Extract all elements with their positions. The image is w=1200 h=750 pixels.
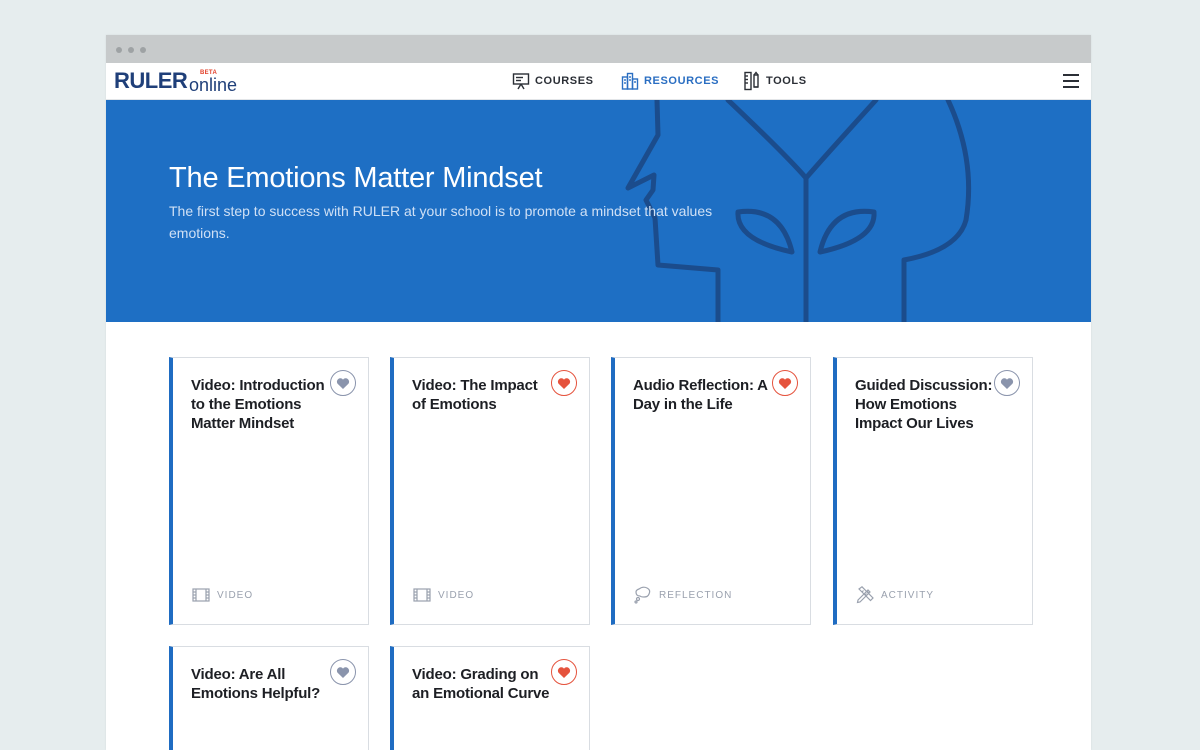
favorite-toggle[interactable]	[551, 659, 577, 685]
heart-outline-icon	[336, 666, 350, 678]
tools-icon	[742, 71, 762, 91]
card-type: VIDEO	[412, 586, 474, 604]
window-titlebar	[106, 35, 1091, 63]
card-title: Video: Grading on an Emotional Curve	[412, 666, 550, 702]
nav-tools-label: TOOLS	[766, 75, 807, 87]
card-title: Audio Reflection: A Day in the Life	[633, 377, 768, 413]
heart-filled-icon	[557, 377, 571, 389]
heart-outline-icon	[336, 377, 350, 389]
resource-card[interactable]: Guided Discussion: How Emotions Impact O…	[833, 357, 1033, 625]
resources-building-icon	[620, 71, 640, 91]
heart-filled-icon	[778, 377, 792, 389]
card-type: VIDEO	[191, 586, 253, 604]
favorite-toggle[interactable]	[772, 370, 798, 396]
card-type-label: ACTIVITY	[881, 589, 935, 601]
pencil-ruler-icon	[855, 586, 875, 604]
logo-wordmark: RULER	[114, 68, 188, 93]
film-icon	[412, 586, 432, 604]
favorite-toggle[interactable]	[994, 370, 1020, 396]
page-title: The Emotions Matter Mindset	[169, 162, 543, 194]
resource-card[interactable]: Video: Are All Emotions Helpful?	[169, 646, 369, 750]
resource-card[interactable]: Video: The Impact of Emotions VIDEO	[390, 357, 590, 625]
card-title: Video: Introduction to the Emotions Matt…	[191, 377, 325, 432]
presentation-board-icon	[511, 71, 531, 91]
thought-bubble-icon	[633, 586, 653, 604]
card-type: ACTIVITY	[855, 586, 934, 604]
nav-courses-label: COURSES	[535, 75, 594, 87]
heart-outline-icon	[1000, 377, 1014, 389]
card-type-label: VIDEO	[217, 589, 254, 601]
heart-filled-icon	[557, 666, 571, 678]
window-dot	[116, 47, 122, 53]
window-dot	[128, 47, 134, 53]
film-icon	[191, 586, 211, 604]
hamburger-menu-icon[interactable]	[1063, 74, 1079, 88]
card-type-label: VIDEO	[438, 589, 475, 601]
favorite-toggle[interactable]	[551, 370, 577, 396]
nav-courses[interactable]: COURSES	[511, 63, 594, 99]
logo-subtitle: online	[189, 75, 238, 95]
card-title: Guided Discussion: How Emotions Impact O…	[855, 377, 993, 432]
card-title: Video: Are All Emotions Helpful?	[191, 666, 321, 702]
page-subtitle: The first step to success with RULER at …	[169, 203, 713, 241]
card-title: Video: The Impact of Emotions	[412, 377, 538, 413]
card-type-label: REFLECTION	[659, 589, 733, 601]
resource-card[interactable]: Video: Introduction to the Emotions Matt…	[169, 357, 369, 625]
browser-window: RULER BETA online COURSES RESOURCES TOOL…	[106, 35, 1091, 750]
resource-card[interactable]: Audio Reflection: A Day in the Life REFL…	[611, 357, 811, 625]
favorite-toggle[interactable]	[330, 370, 356, 396]
hero-banner: The Emotions Matter Mindset The first st…	[106, 100, 1091, 322]
nav-tools[interactable]: TOOLS	[742, 63, 807, 99]
window-dot	[140, 47, 146, 53]
resource-card[interactable]: Video: Grading on an Emotional Curve	[390, 646, 590, 750]
favorite-toggle[interactable]	[330, 659, 356, 685]
nav-resources[interactable]: RESOURCES	[620, 63, 719, 99]
top-navigation: RULER BETA online COURSES RESOURCES TOOL…	[106, 63, 1091, 100]
card-type: REFLECTION	[633, 586, 732, 604]
nav-resources-label: RESOURCES	[644, 75, 720, 87]
